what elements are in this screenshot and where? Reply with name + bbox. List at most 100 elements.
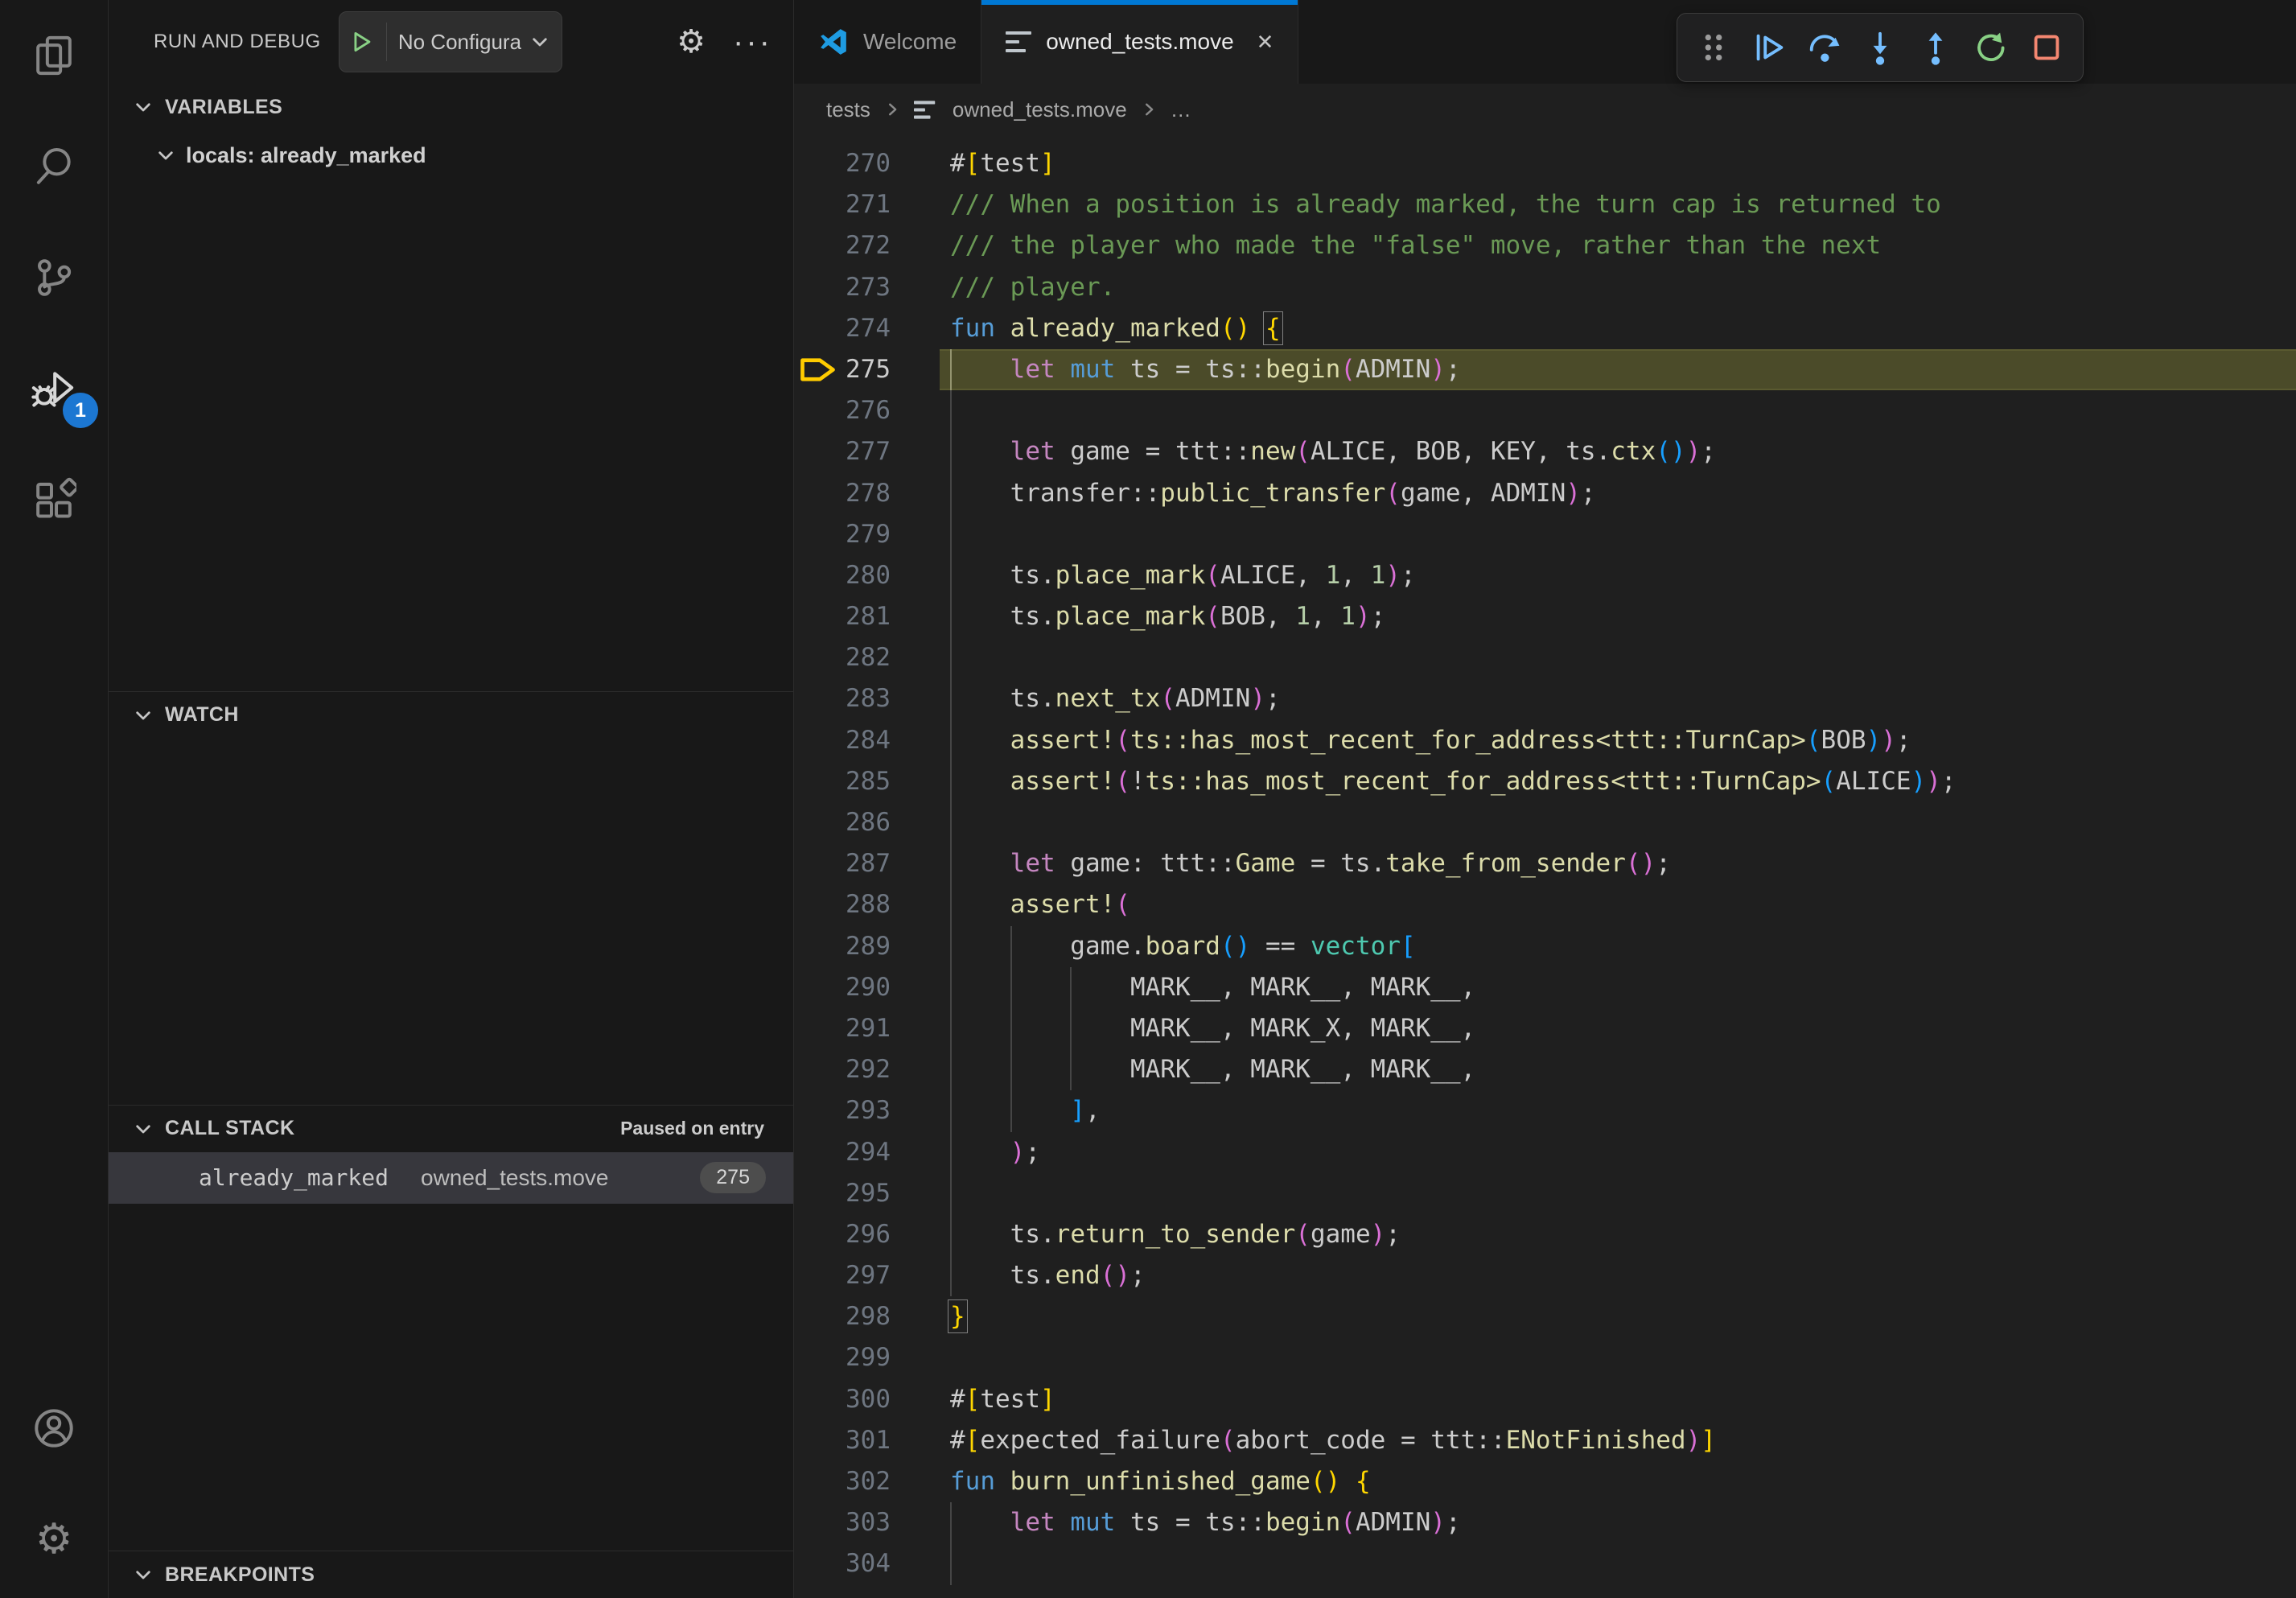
breakpoints-section-header[interactable]: BREAKPOINTS	[109, 1551, 793, 1598]
indent-guide	[950, 431, 952, 472]
code-line[interactable]: 287 let game: ttt::Game = ts.take_from_s…	[794, 843, 2296, 884]
chevron-down-icon	[133, 705, 154, 726]
code-line[interactable]: 294 );	[794, 1132, 2296, 1173]
code-line[interactable]: 302fun burn_unfinished_game() {	[794, 1461, 2296, 1502]
explorer-icon[interactable]	[0, 0, 108, 111]
code-line-content: MARK__, MARK__, MARK__,	[950, 1049, 2296, 1090]
breadcrumb: tests owned_tests.move …	[794, 84, 2296, 135]
line-number: 286	[794, 802, 950, 843]
variables-scope-locals[interactable]: locals: already_marked	[109, 130, 793, 180]
line-number: 271	[794, 184, 950, 225]
line-number: 298	[794, 1296, 950, 1337]
code-line[interactable]: 289 game.board() == vector[	[794, 926, 2296, 967]
watch-section-header[interactable]: WATCH	[109, 692, 793, 739]
tab-owned-tests-move[interactable]: owned_tests.move ✕	[981, 0, 1298, 84]
extensions-icon[interactable]	[0, 444, 108, 555]
code-line[interactable]: 299	[794, 1337, 2296, 1378]
code-line-content: assert!(!ts::has_most_recent_for_address…	[950, 761, 2296, 802]
step-into-button[interactable]	[1855, 22, 1905, 73]
call-stack-section-header[interactable]: CALL STACK Paused on entry	[109, 1106, 793, 1152]
code-line[interactable]: 292 MARK__, MARK__, MARK__,	[794, 1049, 2296, 1090]
code-line-content	[950, 637, 2296, 678]
step-over-button[interactable]	[1800, 22, 1850, 73]
code-line[interactable]: 282	[794, 637, 2296, 678]
code-line[interactable]: 288 assert!(	[794, 884, 2296, 925]
close-tab-icon[interactable]: ✕	[1257, 30, 1274, 55]
code-line[interactable]: 278 transfer::public_transfer(game, ADMI…	[794, 473, 2296, 514]
code-editor[interactable]: 270#[test]271/// When a position is alre…	[794, 135, 2296, 1598]
code-line[interactable]: 280 ts.place_mark(ALICE, 1, 1);	[794, 555, 2296, 596]
line-number: 289	[794, 926, 950, 967]
code-line[interactable]: 304	[794, 1543, 2296, 1584]
code-line[interactable]: 277 let game = ttt::new(ALICE, BOB, KEY,…	[794, 431, 2296, 472]
continue-button[interactable]	[1744, 22, 1794, 73]
source-control-icon[interactable]	[0, 222, 108, 333]
indent-guide	[950, 1049, 952, 1090]
code-line[interactable]: 300#[test]	[794, 1379, 2296, 1420]
code-line[interactable]: 296 ts.return_to_sender(game);	[794, 1214, 2296, 1255]
breadcrumb-item-tests[interactable]: tests	[826, 97, 870, 122]
code-line[interactable]: 276	[794, 390, 2296, 431]
code-line[interactable]: 297 ts.end();	[794, 1255, 2296, 1296]
code-line[interactable]: 303 let mut ts = ts::begin(ADMIN);	[794, 1502, 2296, 1543]
code-line[interactable]: 301#[expected_failure(abort_code = ttt::…	[794, 1420, 2296, 1461]
step-out-button[interactable]	[1911, 22, 1961, 73]
code-line[interactable]: 273/// player.	[794, 267, 2296, 308]
code-line-content: ts.place_mark(BOB, 1, 1);	[950, 596, 2296, 637]
code-line-content	[950, 390, 2296, 431]
line-number: 280	[794, 555, 950, 596]
indent-guide	[1070, 1049, 1072, 1090]
tab-welcome[interactable]: Welcome	[794, 0, 981, 84]
code-line[interactable]: 291 MARK__, MARK_X, MARK__,	[794, 1008, 2296, 1049]
line-number: 282	[794, 637, 950, 678]
code-line[interactable]: 298}	[794, 1296, 2296, 1337]
line-number: 291	[794, 1008, 950, 1049]
restart-button[interactable]	[1966, 22, 2016, 73]
code-line-content: assert!(	[950, 884, 2296, 925]
editor-group: Welcome owned_tests.move ✕ tests owned_t…	[793, 0, 2296, 1598]
variables-section: VARIABLES locals: already_marked	[109, 84, 793, 691]
watch-section: WATCH	[109, 691, 793, 1105]
line-number: 287	[794, 843, 950, 884]
drag-grip-icon[interactable]	[1689, 22, 1738, 73]
variables-section-header[interactable]: VARIABLES	[109, 84, 793, 130]
code-line-content: ],	[950, 1090, 2296, 1131]
code-line[interactable]: 284 assert!(ts::has_most_recent_for_addr…	[794, 720, 2296, 761]
code-line[interactable]: 286	[794, 802, 2296, 843]
sidebar-actions: ⚙ ···	[677, 26, 772, 58]
code-line[interactable]: 295	[794, 1173, 2296, 1214]
code-line[interactable]: 293 ],	[794, 1090, 2296, 1131]
code-line[interactable]: 281 ts.place_mark(BOB, 1, 1);	[794, 596, 2296, 637]
debug-configuration-dropdown[interactable]: No Configura	[339, 11, 562, 72]
code-line[interactable]: 279	[794, 514, 2296, 555]
settings-gear-icon[interactable]: ⚙	[0, 1484, 108, 1595]
indent-guide	[950, 967, 952, 1008]
code-line[interactable]: 290 MARK__, MARK__, MARK__,	[794, 967, 2296, 1008]
start-debug-icon[interactable]	[348, 28, 375, 56]
move-file-icon	[914, 101, 935, 118]
code-line-content: let mut ts = ts::begin(ADMIN);	[950, 1502, 2296, 1543]
more-actions-icon[interactable]: ···	[733, 35, 772, 48]
breadcrumb-item-file[interactable]: owned_tests.move	[953, 97, 1127, 122]
run-and-debug-icon[interactable]: 1	[0, 333, 108, 444]
code-line-content: /// player.	[950, 267, 2296, 308]
indent-guide	[950, 761, 952, 802]
breadcrumb-item-symbol[interactable]: …	[1171, 97, 1191, 122]
code-line-current[interactable]: 275 let mut ts = ts::begin(ADMIN);	[794, 349, 2296, 390]
line-number: 273	[794, 267, 950, 308]
code-line[interactable]: 270#[test]	[794, 143, 2296, 184]
call-stack-frame[interactable]: already_marked owned_tests.move 275	[109, 1152, 793, 1204]
code-line[interactable]: 274fun already_marked() {	[794, 308, 2296, 349]
gear-icon[interactable]: ⚙	[677, 26, 706, 58]
code-line[interactable]: 272/// the player who made the "false" m…	[794, 225, 2296, 266]
code-line[interactable]: 285 assert!(!ts::has_most_recent_for_add…	[794, 761, 2296, 802]
search-icon[interactable]	[0, 111, 108, 222]
line-number: 302	[794, 1461, 950, 1502]
indent-guide	[950, 802, 952, 843]
code-line[interactable]: 271/// When a position is already marked…	[794, 184, 2296, 225]
code-line[interactable]: 283 ts.next_tx(ADMIN);	[794, 678, 2296, 719]
account-icon[interactable]	[0, 1373, 108, 1484]
tab-label: owned_tests.move	[1046, 29, 1233, 55]
line-number: 294	[794, 1132, 950, 1173]
stop-button[interactable]	[2022, 22, 2072, 73]
